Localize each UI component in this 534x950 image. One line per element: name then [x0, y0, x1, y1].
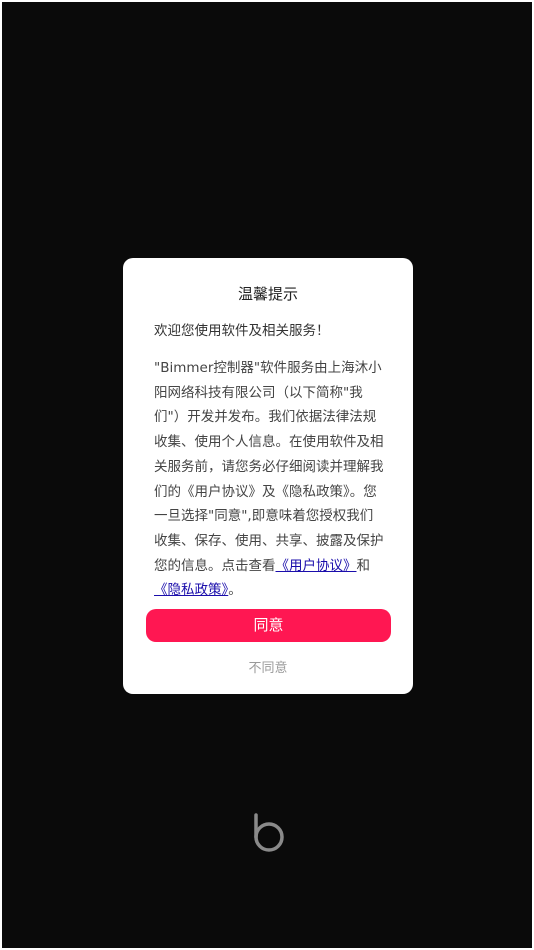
end-period: 。: [228, 582, 242, 599]
dialog-title: 温馨提示: [237, 285, 298, 303]
body-text: "Bimmer控制器"软件服务由上海沐小阳网络科技有限公司（以下简称"我们"）开…: [154, 360, 384, 574]
bimmer-b-logo-icon: [254, 813, 284, 852]
dialog-body: "Bimmer控制器"软件服务由上海沐小阳网络科技有限公司（以下简称"我们"）开…: [154, 356, 386, 603]
app-screen: 温馨提示 欢迎您使用软件及相关服务！ "Bimmer控制器"软件服务由上海沐小阳…: [2, 2, 532, 948]
and-text: 和: [356, 557, 371, 574]
user-agreement-link[interactable]: 《用户协议》: [276, 558, 357, 574]
agree-button[interactable]: 同意: [146, 609, 391, 642]
privacy-dialog: 温馨提示 欢迎您使用软件及相关服务！ "Bimmer控制器"软件服务由上海沐小阳…: [123, 258, 413, 694]
disagree-button[interactable]: 不同意: [123, 657, 413, 676]
privacy-policy-link[interactable]: 《隐私政策》: [154, 582, 228, 598]
welcome-text: 欢迎您使用软件及相关服务！: [154, 323, 330, 339]
